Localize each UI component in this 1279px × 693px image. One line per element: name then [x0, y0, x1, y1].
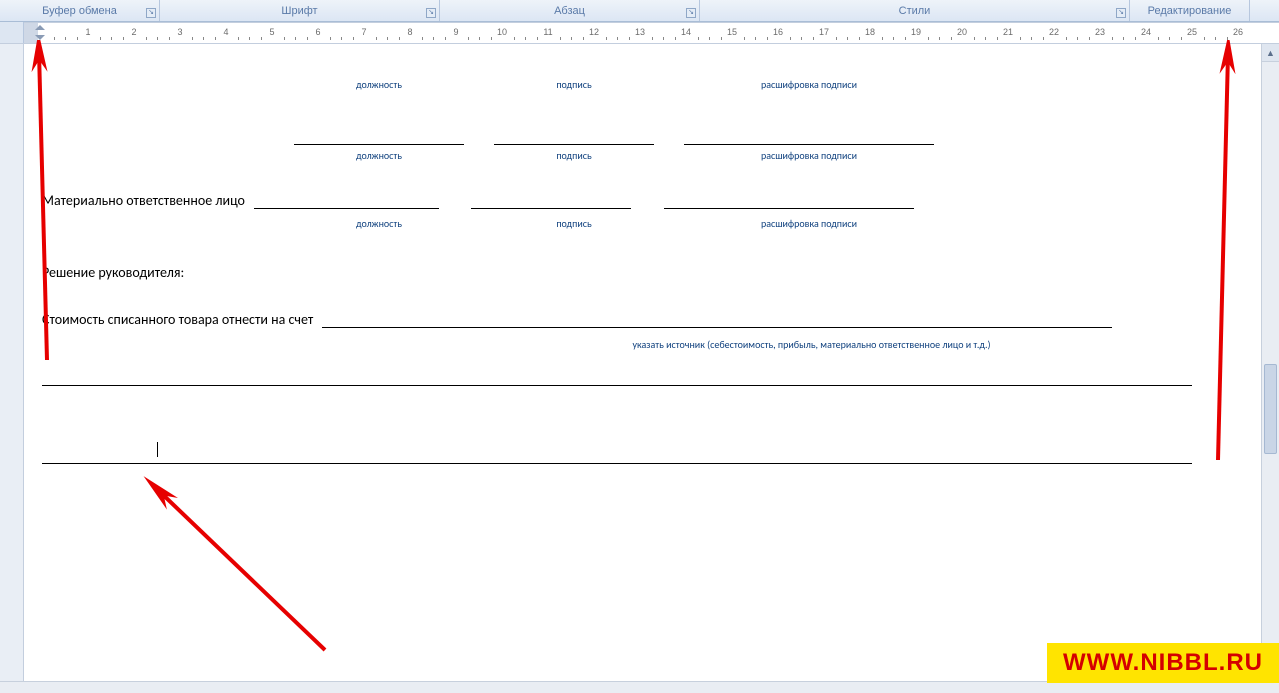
line-signature-2 [494, 131, 654, 145]
ruler-number: 18 [865, 27, 875, 37]
signature-labels-row-1: должность подпись расшифровка подписи [294, 74, 1259, 91]
watermark-badge: WWW.NIBBL.RU [1047, 643, 1279, 683]
line-position-2 [294, 131, 464, 145]
cost-row: Стоимость списанного товара отнести на с… [42, 311, 1219, 328]
dialog-launcher-icon[interactable]: ↘ [426, 8, 436, 18]
line-position-3 [254, 194, 439, 209]
ruler-number: 12 [589, 27, 599, 37]
ruler-number: 14 [681, 27, 691, 37]
ribbon-group-label: Редактирование [1148, 5, 1232, 17]
ribbon-group-2: Абзац ↘ [440, 0, 700, 21]
vertical-scrollbar[interactable]: ▲ [1261, 44, 1279, 681]
ruler-number: 6 [315, 27, 320, 37]
label-signature: подпись [494, 78, 654, 91]
hanging-indent-marker[interactable] [35, 35, 45, 40]
text-cursor [157, 442, 158, 457]
line-decipher-2 [684, 131, 934, 145]
full-line-1 [42, 385, 1219, 386]
ruler-number: 10 [497, 27, 507, 37]
ruler-number: 4 [223, 27, 228, 37]
ruler-number: 26 [1233, 27, 1243, 37]
signature-labels-row-3: должность подпись расшифровка подписи [294, 213, 1259, 230]
label-decipher: расшифровка подписи [684, 78, 934, 91]
cost-line [322, 313, 1112, 328]
ruler-number: 1 [85, 27, 90, 37]
document-workspace: должность подпись расшифровка подписи до… [0, 44, 1261, 681]
ribbon-group-label: Буфер обмена [42, 5, 117, 17]
dialog-launcher-icon[interactable]: ↘ [146, 8, 156, 18]
responsible-person-label: Материально ответственное лицо [42, 192, 245, 209]
ruler-number: 7 [361, 27, 366, 37]
ribbon-group-4: Редактирование [1130, 0, 1250, 21]
line-signature-3 [471, 194, 631, 209]
ruler-number: 19 [911, 27, 921, 37]
vertical-ruler[interactable] [0, 44, 24, 681]
ruler-number: 8 [407, 27, 412, 37]
ruler-number: 13 [635, 27, 645, 37]
ruler-number: 5 [269, 27, 274, 37]
ruler-number: 23 [1095, 27, 1105, 37]
ruler-number: 2 [131, 27, 136, 37]
full-line-2-with-cursor [42, 442, 1219, 464]
horizontal-ruler[interactable]: 1234567891011121314151617181920212223242… [0, 22, 1279, 44]
ribbon-group-1: Шрифт ↘ [160, 0, 440, 21]
cost-hint: указать источник (себестоимость, прибыль… [424, 338, 1199, 351]
signature-row-2: должность подпись расшифровка подписи [294, 131, 1259, 162]
dialog-launcher-icon[interactable]: ↘ [1116, 8, 1126, 18]
cost-label: Стоимость списанного товара отнести на с… [42, 311, 313, 328]
ribbon-group-labels: Буфер обмена ↘ Шрифт ↘ Абзац ↘ Стили ↘ Редактиро… [0, 0, 1279, 22]
tab-selector-button[interactable] [0, 22, 24, 43]
dialog-launcher-icon[interactable]: ↘ [686, 8, 696, 18]
ribbon-group-3: Стили ↘ [700, 0, 1130, 21]
ribbon-group-label: Шрифт [281, 5, 317, 17]
ruler-number: 20 [957, 27, 967, 37]
first-line-indent-marker[interactable] [35, 25, 45, 30]
responsible-person-row: Материально ответственное лицо [42, 192, 1219, 209]
ribbon-group-label: Стили [899, 5, 931, 17]
ruler-number: 22 [1049, 27, 1059, 37]
document-page[interactable]: должность подпись расшифровка подписи до… [24, 44, 1259, 464]
scroll-up-button[interactable]: ▲ [1262, 44, 1279, 62]
ribbon-group-label: Абзац [554, 5, 585, 17]
ruler-number: 24 [1141, 27, 1151, 37]
label-position: должность [294, 78, 464, 91]
ruler-number: 16 [773, 27, 783, 37]
ribbon-group-0: Буфер обмена ↘ [0, 0, 160, 21]
scroll-thumb[interactable] [1264, 364, 1277, 454]
line-decipher-3 [664, 194, 914, 209]
ruler-number: 9 [453, 27, 458, 37]
ruler-number: 25 [1187, 27, 1197, 37]
ruler-number: 17 [819, 27, 829, 37]
ruler-number: 15 [727, 27, 737, 37]
decision-label: Решение руководителя: [42, 264, 1219, 281]
ruler-number: 3 [177, 27, 182, 37]
ruler-number: 11 [543, 27, 552, 37]
ruler-number: 21 [1003, 27, 1013, 37]
